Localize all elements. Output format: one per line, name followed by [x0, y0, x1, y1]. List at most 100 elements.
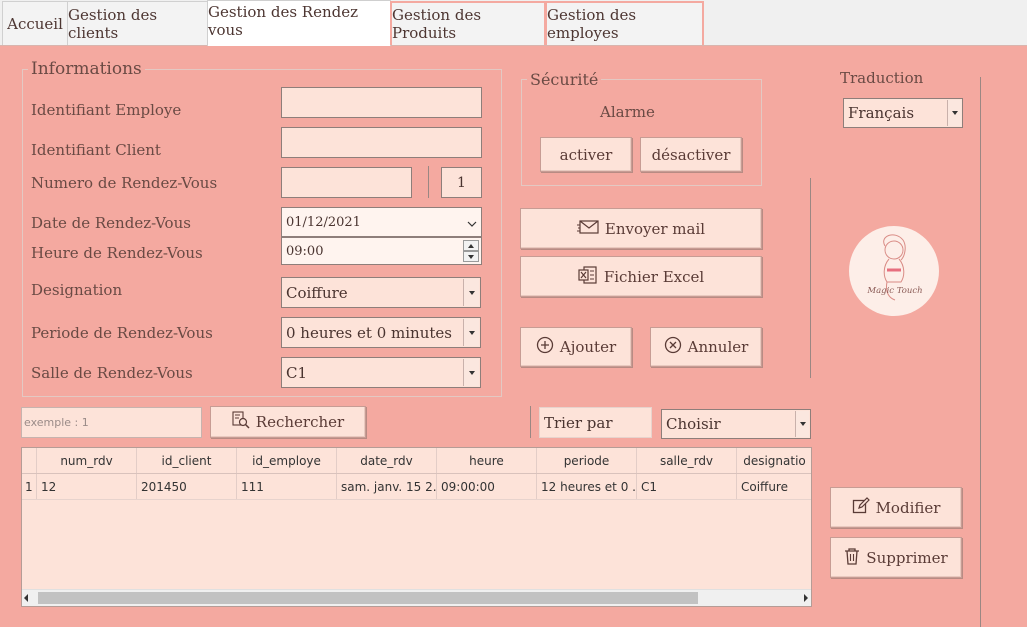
identifiant-client-label: Identifiant Client — [31, 141, 161, 159]
numero-rdv-counter-value: 1 — [457, 174, 466, 191]
securite-legend: Sécurité — [527, 70, 602, 89]
supprimer-label: Supprimer — [866, 548, 948, 567]
numero-rdv-counter: 1 — [441, 167, 482, 198]
numero-rdv-field[interactable] — [281, 167, 412, 198]
rendez-vous-table[interactable]: num_rdv id_client id_employe date_rdv he… — [21, 447, 812, 607]
column-header[interactable]: num_rdv — [37, 448, 137, 473]
tab-gestion-employes[interactable]: Gestion des employes — [545, 1, 704, 45]
salle-rdv-select[interactable]: C1 — [281, 357, 481, 388]
sort-value: Choisir — [666, 415, 721, 433]
modifier-button[interactable]: Modifier — [830, 487, 962, 528]
column-header[interactable]: heure — [437, 448, 537, 473]
supprimer-button[interactable]: Supprimer — [830, 537, 962, 578]
heure-rdv-value: 09:00 — [286, 243, 324, 259]
date-rdv-picker[interactable]: 01/12/2021 — [281, 207, 482, 237]
chevron-down-icon[interactable] — [463, 359, 479, 386]
spinner-up-button[interactable] — [463, 240, 479, 251]
desactiver-label: désactiver — [651, 145, 731, 164]
column-header[interactable]: salle_rdv — [637, 448, 737, 473]
envoyer-mail-button[interactable]: Envoyer mail — [520, 208, 762, 249]
search-input[interactable]: exemple : 1 — [21, 407, 202, 438]
tab-gestion-rendez-vous[interactable]: Gestion des Rendez vous — [207, 0, 391, 46]
rechercher-label: Rechercher — [255, 413, 345, 431]
tab-label: Gestion des employes — [547, 6, 637, 42]
chevron-down-icon[interactable] — [463, 319, 479, 346]
ajouter-button[interactable]: Ajouter — [520, 327, 632, 367]
identifiant-client-field[interactable] — [281, 127, 482, 158]
activer-button[interactable]: activer — [540, 137, 632, 172]
table-cell[interactable]: 111 — [237, 474, 337, 499]
tab-accueil[interactable]: Accueil — [2, 1, 68, 45]
tab-gestion-clients[interactable]: Gestion des clients — [67, 1, 208, 45]
table-cell[interactable]: Coiffure — [737, 474, 811, 499]
salle-rdv-value: C1 — [286, 363, 308, 382]
column-header[interactable]: periode — [537, 448, 637, 473]
modifier-label: Modifier — [875, 498, 941, 517]
annuler-label: Annuler — [687, 338, 749, 356]
table-cell[interactable]: 12 heures et 0 ... — [537, 474, 637, 499]
chevron-down-icon[interactable] — [795, 411, 809, 437]
logo: Magic Touch — [849, 226, 939, 316]
table-cell[interactable]: C1 — [637, 474, 737, 499]
informations-legend: Informations — [28, 59, 145, 79]
language-select[interactable]: Français — [843, 98, 963, 128]
designation-label: Designation — [31, 281, 123, 299]
fichier-excel-button[interactable]: Fichier Excel — [520, 256, 762, 297]
periode-rdv-select[interactable]: 0 heures et 0 minutes — [281, 317, 481, 348]
desactiver-button[interactable]: désactiver — [640, 137, 742, 172]
column-header[interactable]: designatio — [737, 448, 811, 473]
separator — [530, 406, 531, 438]
heure-rdv-label: Heure de Rendez-Vous — [31, 244, 203, 262]
scrollbar-thumb[interactable] — [38, 592, 698, 604]
plus-circle-icon — [536, 336, 554, 358]
sort-select[interactable]: Choisir — [661, 409, 811, 439]
logo-text: Magic Touch — [867, 286, 923, 296]
search-placeholder: exemple : 1 — [24, 416, 89, 429]
tab-gestion-produits[interactable]: Gestion des Produits — [390, 1, 546, 45]
column-header[interactable]: id_client — [137, 448, 237, 473]
periode-rdv-label: Periode de Rendez-Vous — [31, 324, 213, 342]
mail-icon — [576, 219, 599, 238]
rechercher-button[interactable]: Rechercher — [210, 406, 366, 438]
scroll-right-icon[interactable] — [804, 594, 808, 602]
alarme-label: Alarme — [600, 103, 655, 121]
identifiant-employe-field[interactable] — [281, 87, 482, 118]
table-cell[interactable]: sam. janv. 15 2... — [337, 474, 437, 499]
tab-label: Accueil — [7, 14, 63, 33]
excel-icon — [578, 265, 598, 289]
tab-label: Gestion des Rendez vous — [208, 2, 358, 39]
separator — [428, 166, 429, 198]
trash-icon — [844, 547, 860, 569]
separator — [810, 178, 811, 378]
trier-par-field: Trier par — [539, 407, 652, 438]
scroll-left-icon[interactable] — [24, 594, 28, 602]
close-circle-icon — [664, 336, 682, 358]
language-value: Français — [848, 104, 915, 122]
row-header-corner — [22, 448, 37, 473]
table-header: num_rdv id_client id_employe date_rdv he… — [22, 448, 811, 474]
chevron-down-icon[interactable] — [947, 100, 961, 126]
date-rdv-label: Date de Rendez-Vous — [31, 214, 191, 232]
annuler-button[interactable]: Annuler — [650, 327, 762, 367]
table-cell[interactable]: 09:00:00 — [437, 474, 537, 499]
heure-rdv-spinner[interactable]: 09:00 — [281, 237, 482, 265]
date-rdv-value: 01/12/2021 — [286, 214, 361, 230]
table-cell[interactable]: 12 — [37, 474, 137, 499]
designation-select[interactable]: Coiffure — [281, 277, 481, 308]
trier-par-label: Trier par — [544, 413, 613, 432]
table-row[interactable]: 1 12 201450 111 sam. janv. 15 2... 09:00… — [22, 474, 811, 500]
column-header[interactable]: date_rdv — [337, 448, 437, 473]
chevron-down-icon[interactable] — [463, 279, 479, 306]
horizontal-scrollbar[interactable] — [22, 589, 811, 606]
tab-label: Gestion des Produits — [392, 6, 482, 42]
traduction-label: Traduction — [840, 69, 924, 87]
separator — [980, 77, 981, 627]
search-icon — [232, 411, 250, 433]
edit-icon — [852, 496, 870, 519]
fichier-excel-label: Fichier Excel — [603, 267, 705, 286]
table-cell[interactable]: 201450 — [137, 474, 237, 499]
numero-rdv-label: Numero de Rendez-Vous — [31, 174, 218, 192]
column-header[interactable]: id_employe — [237, 448, 337, 473]
spinner-down-button[interactable] — [463, 251, 479, 262]
chevron-down-icon[interactable] — [467, 217, 477, 232]
